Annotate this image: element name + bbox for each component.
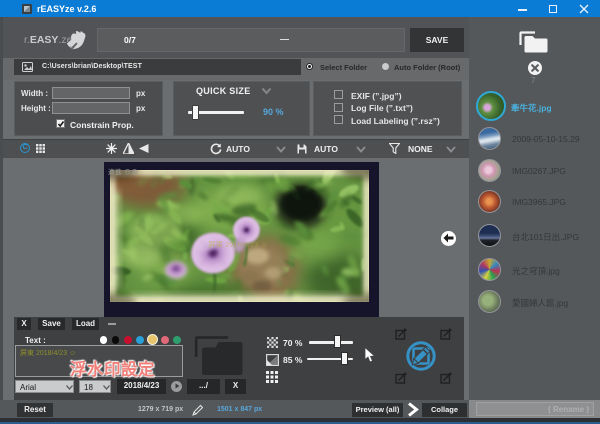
svg-text:屏東 2018/4/23 ☺: 屏東 2018/4/23 ☺ — [208, 239, 268, 249]
